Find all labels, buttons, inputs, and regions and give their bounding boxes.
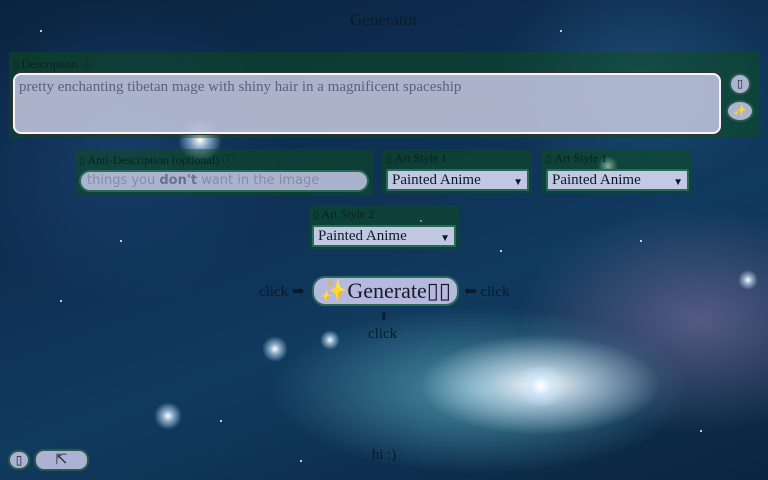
art-style-label-text: Art Style 2 (321, 207, 375, 221)
description-input[interactable]: pretty enchanting tibetan mage with shin… (13, 73, 721, 134)
placeholder-emphasis: don't (159, 173, 198, 188)
star (500, 250, 502, 252)
bright-star (320, 330, 340, 350)
info-icon[interactable]: ⓘ (222, 153, 234, 167)
art-style-label: ▯ Art Style 1 (386, 151, 447, 166)
art-style-icon: ▯ (546, 154, 552, 165)
art-style-select-2[interactable]: Painted Anime ▼ (546, 169, 689, 191)
sparkle-button[interactable]: ✨ (726, 100, 754, 122)
chevron-down-icon: ▼ (673, 177, 683, 188)
chevron-down-icon: ▼ (440, 233, 450, 244)
selected-value: Painted Anime (392, 172, 481, 188)
star (700, 430, 702, 432)
click-hint-left: click ➡ (259, 284, 305, 300)
generate-button[interactable]: ✨Generate▯▯ (312, 276, 459, 306)
placeholder-text: things you (87, 173, 160, 188)
art-style-label-text: Art Style 1 (394, 151, 448, 165)
art-style-label-text: Art Style 1 (554, 151, 608, 165)
star (60, 300, 62, 302)
click-hint-below: click (368, 326, 398, 342)
star (40, 30, 42, 32)
bright-star (262, 336, 288, 362)
page-title: Generator (350, 10, 418, 29)
up-arrow-icon: ⬆ (379, 311, 389, 323)
selected-value: Painted Anime (318, 228, 407, 244)
art-style-icon: ▯ (386, 154, 392, 165)
galaxy-core (514, 366, 568, 406)
clipboard-icon: ▯ (736, 78, 744, 90)
anti-description-label-text: Anti-Description (optional) (87, 153, 220, 167)
anti-description-input[interactable]: things you don't want in the image (79, 170, 369, 192)
info-icon[interactable]: ⓘ (81, 57, 93, 71)
art-style-label: ▯ Art Style 1 (546, 151, 607, 166)
placeholder-text: want in the image (197, 173, 320, 188)
clipboard-button[interactable]: ▯ (729, 73, 751, 95)
art-style-select-3[interactable]: Painted Anime ▼ (312, 225, 456, 247)
selected-value: Painted Anime (552, 172, 641, 188)
anti-description-label: ▯ Anti-Description (optional) ⓘ (79, 151, 234, 168)
click-hint-right: ⬅ click (464, 284, 510, 300)
star (220, 420, 222, 422)
art-style-label: ▯ Art Style 2 (313, 207, 374, 222)
star (640, 240, 642, 242)
chevron-down-icon: ▼ (513, 177, 523, 188)
star (560, 30, 562, 32)
description-label: ▯ Description ⓘ (13, 55, 93, 72)
star (120, 240, 122, 242)
greeting-text: hi :) (371, 447, 397, 463)
art-style-select-1[interactable]: Painted Anime ▼ (386, 169, 529, 191)
bright-star (154, 402, 182, 430)
description-icon: ▯ (13, 60, 19, 71)
sparkle-icon: ✨ (733, 105, 747, 117)
description-label-text: Description (21, 57, 78, 71)
art-style-icon: ▯ (313, 210, 319, 221)
anti-description-icon: ▯ (79, 156, 85, 167)
bright-star (738, 270, 758, 290)
